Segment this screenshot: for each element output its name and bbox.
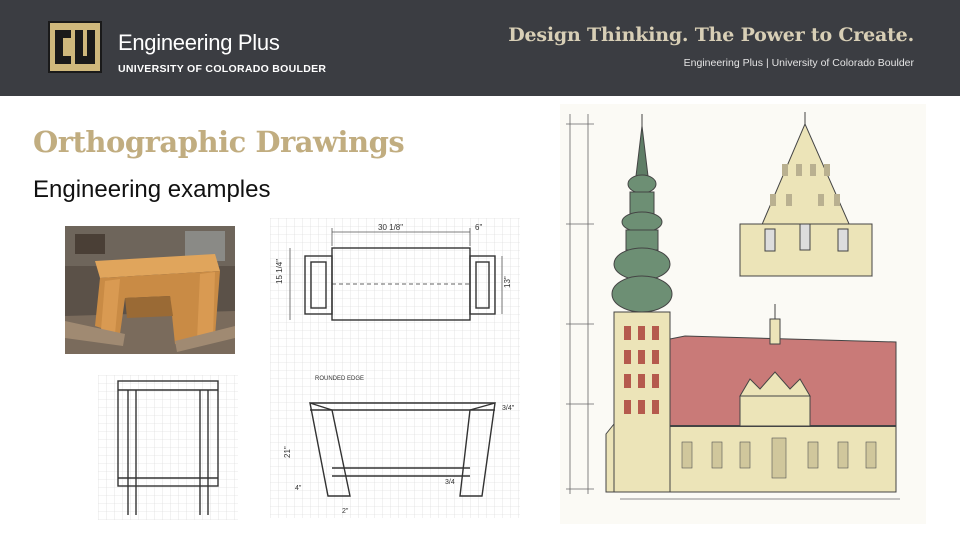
dim-front-right: 3/4": [502, 405, 515, 412]
dim-front-bottom: 2": [342, 508, 349, 515]
tagline-subtitle: Engineering Plus | University of Colorad…: [683, 57, 914, 69]
dim-side-right: 13": [503, 276, 512, 288]
dim-front-left-low: 4": [295, 485, 302, 492]
bench-side-drawing: [98, 375, 238, 520]
bench-orthographic-drawing: 30 1/8" 6" 15 1/4" 13" ROUNDED EDGE 21" …: [270, 218, 520, 518]
dim-front-small: 3/4: [445, 479, 455, 486]
dim-front-depth: 21": [283, 446, 292, 458]
slide-title: Orthographic Drawings: [33, 125, 405, 159]
note-rounded-edge: ROUNDED EDGE: [315, 376, 364, 382]
tagline: Design Thinking. The Power to Create.: [508, 24, 914, 46]
dim-top-right: 6": [475, 223, 482, 232]
cu-logo-icon: [48, 21, 102, 73]
brand-name: Engineering Plus: [118, 30, 280, 55]
church-elevation-drawing: [560, 104, 926, 524]
dim-top-width: 30 1/8": [378, 223, 403, 232]
bench-photo: [65, 226, 235, 354]
header-bar: Engineering Plus UNIVERSITY OF COLORADO …: [0, 0, 960, 96]
dim-side-left: 15 1/4": [275, 259, 284, 284]
brand-subtitle: UNIVERSITY OF COLORADO BOULDER: [118, 63, 327, 75]
slide-subtitle: Engineering examples: [33, 176, 271, 203]
